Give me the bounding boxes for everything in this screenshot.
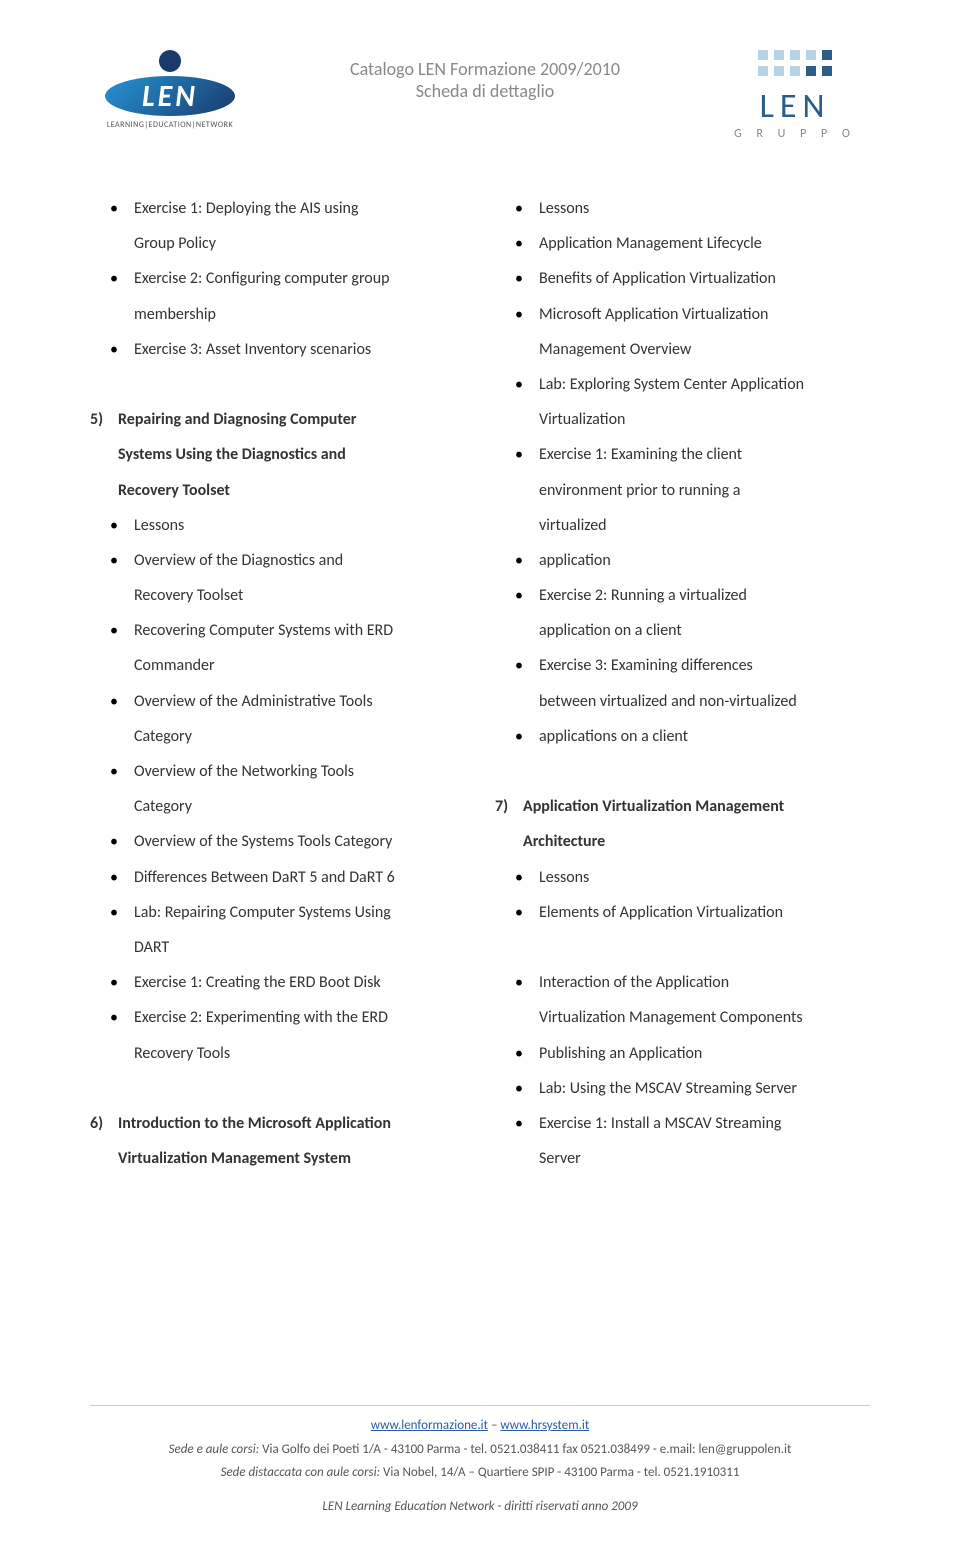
list-item: Exercise 1: Install a MSCAV Streaming Se… xyxy=(515,1106,870,1176)
list-item: Exercise 3: Examining differences betwee… xyxy=(515,648,870,718)
list-item: Overview of the Administrative Tools Cat… xyxy=(110,684,465,754)
header-title: Catalogo LEN Formazione 2009/2010 Scheda… xyxy=(250,50,720,102)
list-item: Exercise 1: Deploying the AIS using Grou… xyxy=(110,191,465,261)
list-item: Lab: Using the MSCAV Streaming Server xyxy=(515,1071,870,1106)
list-item: Publishing an Application xyxy=(515,1036,870,1071)
logo-left-tagline: LEARNING|EDUCATION|NETWORK xyxy=(107,120,233,130)
list-item: Differences Between DaRT 5 and DaRT 6 xyxy=(110,860,465,895)
list-item: Application Management Lifecycle xyxy=(515,226,870,261)
footer: www.lenformazione.it – www.hrsystem.it S… xyxy=(90,1405,870,1518)
section-7-heading: 7) Application Virtualization Management… xyxy=(495,789,870,859)
logo-right-sub: G R U P P O xyxy=(720,127,870,141)
list-item: application xyxy=(515,543,870,578)
right-column: Lessons Application Management Lifecycle… xyxy=(495,191,870,1176)
list-item: Overview of the Networking Tools Categor… xyxy=(110,754,465,824)
section-6-heading: 6) Introduction to the Microsoft Applica… xyxy=(90,1106,465,1176)
footer-sede-text: Via Golfo dei Poeti 1/A - 43100 Parma - … xyxy=(259,1442,791,1457)
footer-link-2[interactable]: www.hrsystem.it xyxy=(500,1418,589,1433)
logo-left: LEN LEARNING|EDUCATION|NETWORK xyxy=(90,50,250,130)
header-title-line2: Scheda di dettaglio xyxy=(250,80,720,102)
list-item: Microsoft Application Virtualization Man… xyxy=(515,297,870,367)
footer-copyright: LEN Learning Education Network - diritti… xyxy=(90,1495,870,1518)
left-column: Exercise 1: Deploying the AIS using Grou… xyxy=(90,191,465,1176)
list-item: applications on a client xyxy=(515,719,870,754)
content: Exercise 1: Deploying the AIS using Grou… xyxy=(90,191,870,1176)
list-item: Exercise 2: Experimenting with the ERD R… xyxy=(110,1000,465,1070)
list-item: Elements of Application Virtualization xyxy=(515,895,870,930)
logo-right: LEN G R U P P O xyxy=(720,50,870,141)
header: LEN LEARNING|EDUCATION|NETWORK Catalogo … xyxy=(90,50,870,141)
logo-right-text: LEN xyxy=(720,86,870,127)
footer-sede2-label: Sede distaccata con aule corsi: xyxy=(221,1465,381,1480)
list-item: Lessons xyxy=(515,860,870,895)
list-item: Recovering Computer Systems with ERD Com… xyxy=(110,613,465,683)
list-item: Exercise 1: Creating the ERD Boot Disk xyxy=(110,965,465,1000)
list-item: Exercise 2: Configuring computer group m… xyxy=(110,261,465,331)
footer-sede2-text: Via Nobel, 14/A – Quartiere SPIP - 43100… xyxy=(380,1465,739,1480)
list-item: Lessons xyxy=(110,508,465,543)
logo-left-text: LEN xyxy=(142,78,198,115)
list-item: Exercise 2: Running a virtualized applic… xyxy=(515,578,870,648)
footer-link-1[interactable]: www.lenformazione.it xyxy=(371,1418,488,1433)
list-item: Interaction of the Application Virtualiz… xyxy=(515,965,870,1035)
header-title-line1: Catalogo LEN Formazione 2009/2010 xyxy=(350,58,620,80)
list-item: Overview of the Diagnostics and Recovery… xyxy=(110,543,465,613)
list-item: Overview of the Systems Tools Category xyxy=(110,824,465,859)
list-item: Exercise 1: Examining the client environ… xyxy=(515,437,870,543)
section-5-heading: 5) Repairing and Diagnosing Computer Sys… xyxy=(90,402,465,508)
list-item: Exercise 3: Asset Inventory scenarios xyxy=(110,332,465,367)
list-item: Lab: Repairing Computer Systems Using DA… xyxy=(110,895,465,965)
list-item: Lab: Exploring System Center Application… xyxy=(515,367,870,437)
list-item: Benefits of Application Virtualization xyxy=(515,261,870,296)
list-item: Lessons xyxy=(515,191,870,226)
footer-sede-label: Sede e aule corsi: xyxy=(169,1442,260,1457)
